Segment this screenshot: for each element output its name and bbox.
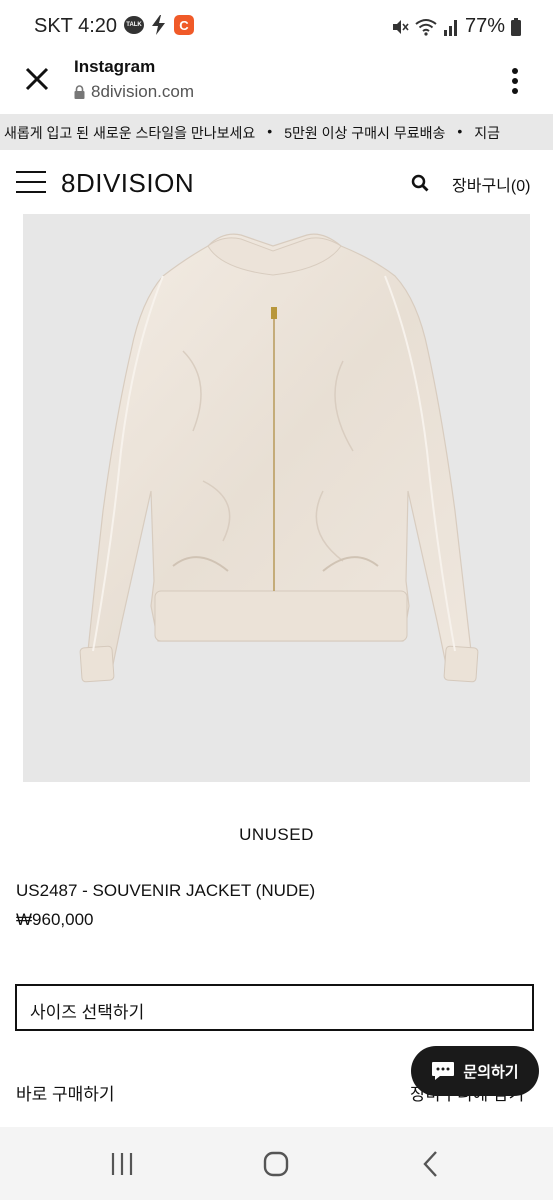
home-icon[interactable] bbox=[261, 1149, 291, 1179]
kakaotalk-icon: TALK bbox=[124, 16, 144, 34]
status-right: 77% bbox=[391, 15, 521, 38]
product-price: ₩960,000 bbox=[16, 910, 94, 929]
status-bar: SKT 4:20 TALK C 77% bbox=[0, 0, 553, 52]
close-icon[interactable] bbox=[22, 64, 52, 94]
marquee-separator: • bbox=[457, 123, 463, 139]
search-icon[interactable] bbox=[411, 174, 429, 192]
notification-icons: TALK C bbox=[124, 15, 194, 35]
chat-label: 문의하기 bbox=[463, 1063, 519, 1081]
marquee-item: 지금 bbox=[474, 125, 501, 141]
battery-percent: 77% bbox=[464, 15, 505, 37]
battery-icon bbox=[511, 17, 521, 36]
wifi-icon bbox=[415, 18, 437, 36]
marquee-separator: • bbox=[267, 123, 273, 139]
url-text: 8division.com bbox=[91, 82, 194, 101]
jacket-illustration bbox=[79, 233, 479, 683]
browser-title: Instagram bbox=[74, 57, 156, 76]
browser-url: 8division.com bbox=[74, 82, 194, 102]
back-icon[interactable] bbox=[416, 1149, 446, 1179]
marquee-item: 새롭게 입고 된 새로운 스타일을 만나보세요 bbox=[4, 125, 256, 141]
in-app-browser-bar: Instagram 8division.com bbox=[0, 52, 553, 114]
buy-now-button[interactable]: 바로 구매하기 bbox=[16, 1080, 115, 1105]
size-select[interactable]: 사이즈 선택하기 bbox=[15, 984, 534, 1031]
size-select-label: 사이즈 선택하기 bbox=[30, 1003, 145, 1022]
site-logo[interactable]: 8DIVISION bbox=[61, 168, 194, 199]
site-header: 8DIVISION 장바구니(0) bbox=[0, 150, 553, 214]
mute-icon bbox=[392, 19, 409, 34]
more-options-icon[interactable] bbox=[507, 66, 523, 96]
lock-icon bbox=[74, 85, 85, 99]
product-image[interactable] bbox=[23, 151, 530, 782]
android-navigation-bar bbox=[0, 1127, 553, 1200]
app-c-icon: C bbox=[174, 15, 194, 35]
product-condition: UNUSED bbox=[239, 825, 314, 844]
bolt-icon bbox=[152, 15, 165, 35]
signal-icon bbox=[443, 19, 457, 36]
hamburger-menu-icon[interactable] bbox=[16, 171, 46, 193]
status-time: SKT 4:20 bbox=[34, 15, 118, 37]
marquee-item: 5만원 이상 구매시 무료배송 bbox=[284, 125, 446, 141]
inquiry-chat-button[interactable]: 문의하기 bbox=[411, 1046, 539, 1096]
announcement-marquee: 새롭게 입고 된 새로운 스타일을 만나보세요 • 5만원 이상 구매시 무료배… bbox=[0, 114, 553, 150]
cart-link[interactable]: 장바구니(0) bbox=[452, 172, 530, 196]
product-name: US2487 - SOUVENIR JACKET (NUDE) bbox=[16, 881, 316, 900]
recent-apps-icon[interactable] bbox=[107, 1149, 137, 1179]
chat-bubble-icon bbox=[432, 1062, 455, 1080]
